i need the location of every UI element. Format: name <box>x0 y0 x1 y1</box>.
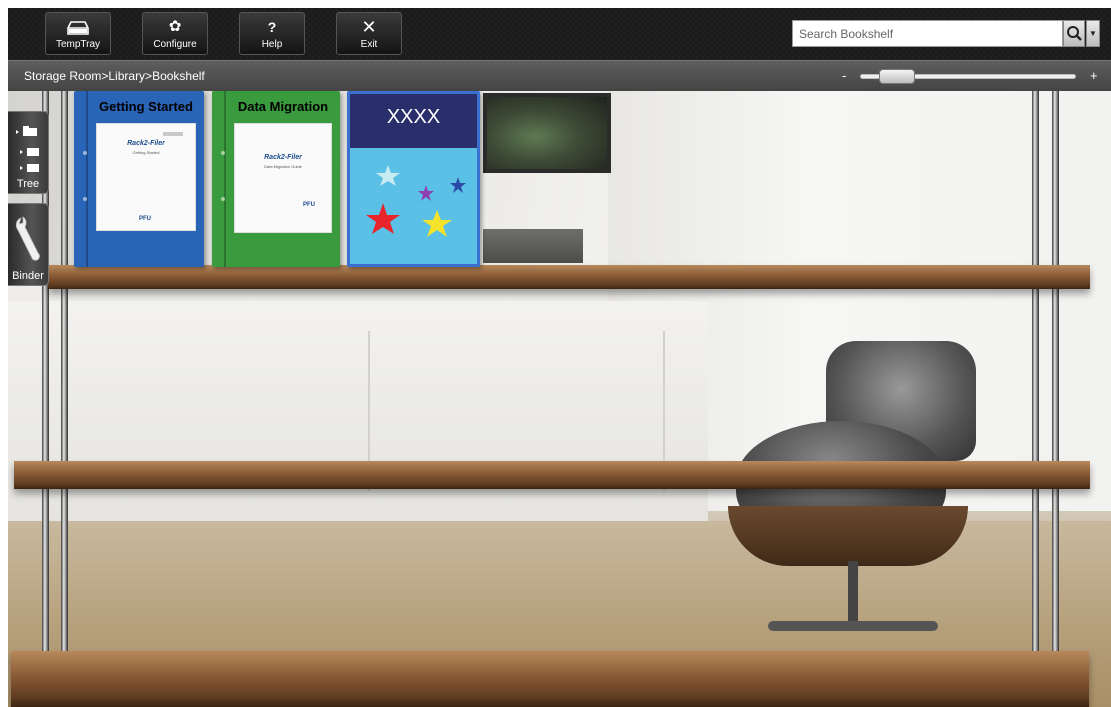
binder-header: XXXX <box>350 94 477 148</box>
caret-down-icon: ▼ <box>1089 29 1097 38</box>
shelf-board-1[interactable] <box>48 265 1090 289</box>
binder-tab[interactable]: Binder <box>8 203 49 286</box>
binder-ring <box>83 197 87 201</box>
binder-cover-label: Rack2-Filer Data Migration Guide PFU <box>234 123 332 233</box>
breadcrumb[interactable]: Storage Room>Library>Bookshelf <box>24 69 205 83</box>
room-cabinet <box>8 301 708 531</box>
pfu-logo: PFU <box>139 216 151 222</box>
binder-title: XXXX <box>386 106 441 128</box>
stars-icon <box>366 165 466 237</box>
shelf-pole <box>1032 91 1039 707</box>
binder-getting-started[interactable]: Getting Started Rack2-Filer Getting Star… <box>74 91 204 267</box>
tree-tab[interactable]: Tree <box>8 111 49 194</box>
shelf-board-2[interactable] <box>14 461 1090 489</box>
binder-subtitle: Getting Started <box>132 150 160 155</box>
tree-tab-label: Tree <box>16 178 40 190</box>
pfu-logo: PFU <box>303 202 315 208</box>
search-icon <box>1067 26 1082 41</box>
binder-title: Data Migration <box>237 99 329 114</box>
zoom-slider-thumb[interactable] <box>879 69 915 84</box>
help-button[interactable]: ? Help <box>239 12 305 55</box>
binder-spine <box>86 91 88 267</box>
search-input[interactable] <box>792 20 1063 47</box>
search-button[interactable] <box>1063 20 1085 47</box>
binder-ring <box>221 151 225 155</box>
shelf-pole <box>61 91 68 707</box>
chair-image <box>768 621 938 631</box>
binder-xxxx[interactable]: XXXX <box>347 91 480 267</box>
question-mark-icon: ? <box>267 19 277 35</box>
shelf-pole <box>1052 91 1059 707</box>
main-toolbar: TempTray ✿ Configure ? Help ✕ Exit ▼ <box>8 8 1111 60</box>
binder-spine <box>224 91 226 267</box>
close-icon: ✕ <box>361 17 377 37</box>
zoom-in-button[interactable]: + <box>1090 68 1098 83</box>
folder-tree-icon <box>16 126 39 172</box>
bookshelf-stage: Getting Started Rack2-Filer Getting Star… <box>8 91 1111 707</box>
search-options-dropdown[interactable]: ▼ <box>1086 20 1100 47</box>
room-window-image <box>483 93 611 173</box>
binder-ring <box>83 151 87 155</box>
tray-icon <box>46 17 110 39</box>
help-label: Help <box>261 39 283 50</box>
room-wall-panel <box>483 229 583 263</box>
exit-button[interactable]: ✕ Exit <box>336 12 402 55</box>
breadcrumb-bar: Storage Room>Library>Bookshelf - + <box>8 60 1111 91</box>
binder-data-migration[interactable]: Data Migration Rack2-Filer Data Migratio… <box>212 91 340 267</box>
binder-title: Getting Started <box>99 99 193 114</box>
binder-ring <box>221 197 225 201</box>
binder-brand: Rack2-Filer <box>127 140 165 147</box>
label-bar <box>163 132 183 136</box>
wrench-icon <box>15 216 40 261</box>
exit-label: Exit <box>360 39 378 50</box>
gear-icon: ✿ <box>168 18 182 35</box>
binder-subtitle: Data Migration Guide <box>264 164 302 169</box>
temptray-label: TempTray <box>55 39 101 50</box>
configure-label: Configure <box>153 39 197 50</box>
zoom-out-button[interactable]: - <box>842 68 846 83</box>
binder-brand: Rack2-Filer <box>264 154 302 161</box>
configure-button[interactable]: ✿ Configure <box>142 12 208 55</box>
binder-tab-label: Binder <box>12 270 44 282</box>
shelf-board-3[interactable] <box>11 651 1089 707</box>
binder-cover-label: Rack2-Filer Getting Started PFU <box>96 123 196 231</box>
temptray-button[interactable]: TempTray <box>45 12 111 55</box>
search-box: ▼ <box>792 20 1111 47</box>
chair-image <box>728 506 968 566</box>
zoom-slider[interactable] <box>860 69 1076 84</box>
